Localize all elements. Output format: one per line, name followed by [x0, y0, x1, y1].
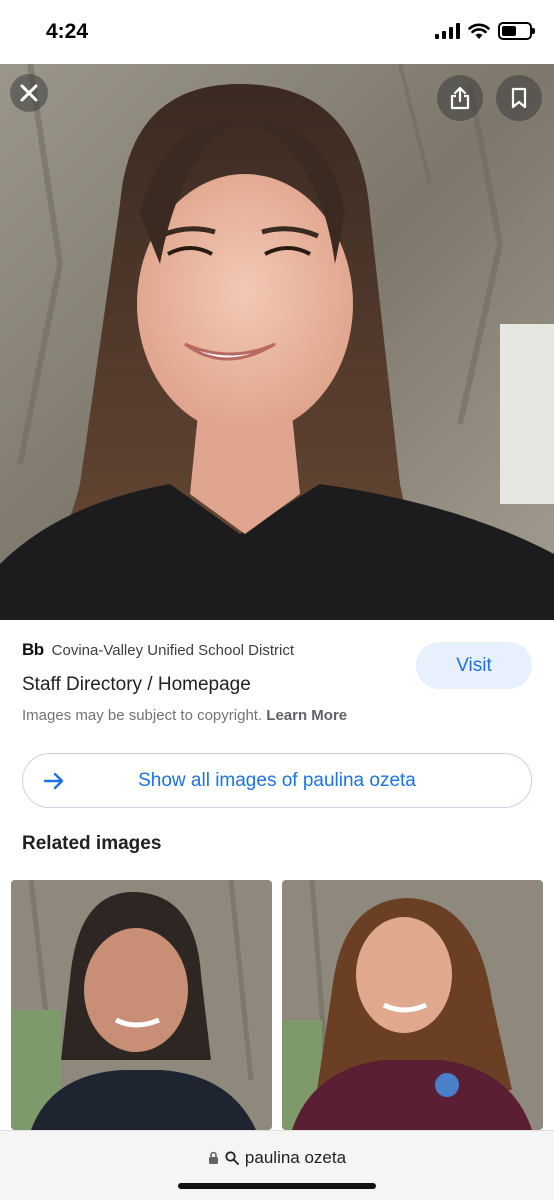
close-button[interactable] [10, 74, 48, 112]
arrow-right-icon [43, 772, 64, 790]
main-image[interactable] [0, 64, 554, 620]
home-indicator[interactable] [178, 1183, 376, 1189]
portrait-photo [0, 64, 554, 620]
bottom-address-bar[interactable]: paulina ozeta [0, 1130, 554, 1200]
page-title[interactable]: Staff Directory / Homepage [22, 674, 251, 696]
cellular-signal-icon [435, 23, 460, 39]
related-images-heading: Related images [22, 833, 162, 854]
status-icons [435, 22, 535, 40]
search-query: paulina ozeta [244, 1148, 347, 1167]
related-image-1[interactable] [11, 880, 272, 1130]
related-image-2[interactable] [282, 880, 543, 1130]
share-button[interactable] [437, 75, 483, 121]
show-all-images-button[interactable]: Show all images of paulina ozeta [22, 753, 532, 808]
search-icon [225, 1151, 239, 1165]
bookmark-button[interactable] [496, 75, 542, 121]
copyright-text: Images may be subject to copyright. [22, 707, 263, 724]
source-site-name: Covina-Valley Unified School District [51, 641, 294, 659]
status-time: 4:24 [46, 20, 89, 43]
close-icon [20, 84, 38, 102]
learn-more-link[interactable]: Learn More [266, 707, 347, 724]
status-bar: 4:24 [0, 0, 554, 64]
share-icon [450, 86, 470, 110]
address-row[interactable]: paulina ozeta [0, 1148, 554, 1168]
copyright-notice: Images may be subject to copyright. Lear… [22, 707, 347, 724]
source-logo: Bb [22, 640, 44, 659]
bookmark-icon [511, 87, 527, 109]
show-all-label: Show all images of paulina ozeta [138, 769, 416, 791]
related-photo [11, 880, 272, 1130]
lock-icon [208, 1151, 218, 1164]
visit-button[interactable]: Visit [416, 642, 532, 689]
related-photo [282, 880, 543, 1130]
source-row[interactable]: Bb Covina-Valley Unified School District [22, 640, 294, 660]
wifi-icon [468, 23, 490, 39]
battery-icon [498, 22, 535, 40]
